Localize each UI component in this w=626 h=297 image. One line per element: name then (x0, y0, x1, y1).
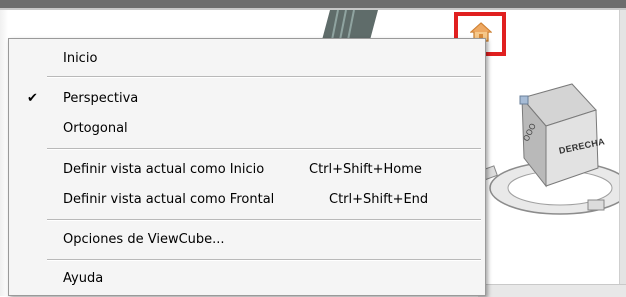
status-strip (478, 284, 626, 297)
menu-item-label: Definir vista actual como Inicio (63, 162, 265, 177)
menu-item-shortcut: Ctrl+Shift+End (329, 192, 429, 207)
menu-item-label: Inicio (63, 51, 98, 66)
viewport-left-edge (0, 10, 8, 296)
menu-item-viewcube-options[interactable]: Opciones de ViewCube... (9, 228, 485, 252)
menu-separator (47, 259, 481, 261)
viewcube-context-menu: Inicio ✔ Perspectiva Ortogonal Definir v… (8, 38, 486, 296)
menu-item-shortcut: Ctrl+Shift+Home (309, 162, 422, 177)
window-top-border (0, 0, 626, 8)
menu-separator (47, 219, 481, 221)
menu-item-set-front-view[interactable]: Definir vista actual como Frontal Ctrl+S… (9, 188, 485, 212)
window-right-edge (619, 10, 626, 296)
menu-item-label: Definir vista actual como Frontal (63, 192, 275, 207)
menu-separator (47, 76, 481, 78)
menu-item-label: Opciones de ViewCube... (63, 232, 225, 247)
menu-item-ayuda[interactable]: Ayuda (9, 267, 485, 291)
menu-item-ortogonal[interactable]: Ortogonal (9, 117, 485, 141)
menu-separator (47, 148, 481, 150)
menu-item-label: Ortogonal (63, 121, 128, 136)
model-geometry-fragment (322, 10, 378, 40)
checkmark-icon: ✔ (27, 91, 38, 106)
menu-item-inicio[interactable]: Inicio (9, 47, 485, 71)
menu-item-label: Ayuda (63, 271, 104, 286)
menu-item-set-home-view[interactable]: Definir vista actual como Inicio Ctrl+Sh… (9, 158, 485, 182)
menu-item-perspectiva[interactable]: ✔ Perspectiva (9, 87, 485, 111)
window-top-highlight (0, 8, 626, 10)
menu-item-label: Perspectiva (63, 91, 139, 106)
